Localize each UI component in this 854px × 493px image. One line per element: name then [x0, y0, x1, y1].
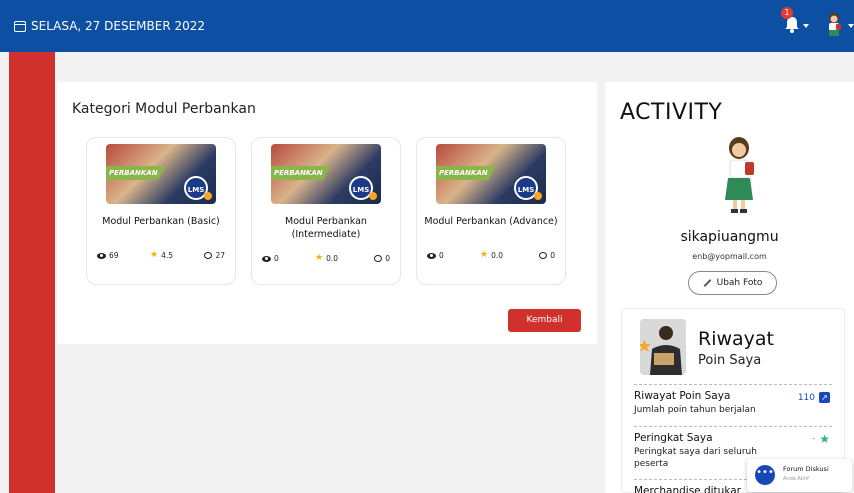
thumb-label: PERBANKAN: [436, 166, 496, 180]
forum-status: Anda Aktif: [783, 476, 809, 482]
riwayat-subtitle: Poin Saya: [698, 353, 762, 368]
badge-dot: [534, 192, 542, 200]
module-thumbnail: PERBANKAN LMS: [106, 144, 216, 204]
star-icon: ★: [149, 250, 159, 260]
activity-heading: ACTIVITY: [620, 100, 723, 125]
divider: [634, 426, 832, 427]
edit-photo-label: Ubah Foto: [716, 278, 763, 288]
module-stats: 0 ★ 0.0 0: [427, 251, 555, 260]
chevron-down-icon[interactable]: [803, 24, 809, 28]
rating-value: 4.5: [161, 251, 173, 260]
character-icon: [725, 137, 754, 213]
badge-dot: [204, 192, 212, 200]
comments-count: 27: [215, 251, 225, 260]
views-stat: 0: [427, 251, 444, 260]
comment-icon: [204, 252, 213, 259]
riwayat-title: Riwayat: [698, 328, 774, 350]
points-value: 110: [797, 392, 815, 403]
eye-icon: [97, 252, 106, 259]
module-name: Modul Perbankan (Intermediate): [285, 216, 367, 240]
username: sikapiuangmu: [680, 229, 779, 245]
chat-icon: •••: [755, 465, 775, 485]
edit-photo-button[interactable]: Ubah Foto: [688, 271, 777, 295]
sidebar-strip: [9, 52, 55, 493]
thumb-label: PERBANKAN: [271, 166, 331, 180]
views-count: 0: [274, 254, 279, 263]
views-count: 0: [439, 251, 444, 260]
views-stat: 0: [262, 254, 279, 263]
user-avatar-button[interactable]: [824, 12, 844, 38]
pencil-icon: [703, 279, 711, 287]
page-title: Kategori Modul Perbankan: [72, 101, 256, 117]
avatar-icon: [829, 13, 841, 36]
thumb-label: PERBANKAN: [106, 166, 166, 180]
module-name: Modul Perbankan (Advance): [424, 216, 558, 227]
forum-title: Forum Diskusi: [783, 465, 829, 473]
reader-icon: [640, 319, 686, 375]
module-card-advance[interactable]: PERBANKAN LMS Modul Perbankan (Advance) …: [416, 137, 566, 285]
rank-value: -: [811, 434, 816, 444]
top-header: SELASA, 27 DESEMBER 2022 1: [0, 0, 854, 52]
comment-icon: [374, 255, 383, 262]
module-card-intermediate[interactable]: PERBANKAN LMS Modul Perbankan (Intermedi…: [251, 137, 401, 285]
rating-stat: ★ 4.5: [149, 250, 173, 261]
divider: [634, 384, 832, 385]
module-thumbnail: PERBANKAN LMS: [271, 144, 381, 204]
comments-stat: 0: [374, 254, 390, 263]
notification-bell-button[interactable]: 1: [781, 7, 803, 36]
points-row-title[interactable]: Riwayat Poin Saya: [634, 390, 730, 402]
comment-icon: [539, 252, 548, 259]
date-text: SELASA, 27 DESEMBER 2022: [31, 19, 206, 33]
module-category-card: Kategori Modul Perbankan PERBANKAN LMS M…: [57, 82, 597, 344]
comments-count: 0: [550, 251, 555, 260]
rating-value: 0.0: [326, 254, 338, 263]
star-icon: ★: [479, 250, 489, 260]
notification-badge: 1: [781, 7, 793, 19]
module-card-basic[interactable]: PERBANKAN LMS Modul Perbankan (Basic) 69…: [86, 137, 236, 285]
module-stats: 0 ★ 0.0 0: [262, 254, 390, 263]
forum-discussion-widget[interactable]: ••• Forum Diskusi Anda Aktif: [747, 459, 852, 492]
star-icon: ★: [314, 253, 324, 263]
points-row-value[interactable]: 110 ↗: [798, 392, 830, 403]
comments-count: 0: [385, 254, 390, 263]
views-count: 69: [109, 251, 119, 260]
views-stat: 69: [97, 251, 119, 260]
eye-icon: [262, 255, 271, 262]
trend-icon: ↗: [819, 392, 830, 403]
chevron-down-icon[interactable]: [848, 24, 854, 28]
rating-stat: ★ 0.0: [314, 253, 338, 264]
badge-dot: [369, 192, 377, 200]
merch-row-title[interactable]: Merchandise ditukar: [634, 485, 741, 493]
rank-row-title[interactable]: Peringkat Saya: [634, 432, 713, 444]
points-row-desc: Jumlah poin tahun berjalan: [634, 405, 756, 415]
comments-stat: 0: [539, 251, 555, 260]
module-name: Modul Perbankan (Basic): [102, 216, 220, 227]
calendar-icon: [14, 20, 26, 32]
comments-stat: 27: [204, 251, 225, 260]
module-stats: 69 ★ 4.5 27: [97, 251, 225, 260]
back-button[interactable]: Kembali: [508, 309, 581, 332]
module-thumbnail: PERBANKAN LMS: [436, 144, 546, 204]
rating-value: 0.0: [491, 251, 503, 260]
user-email: enb@yopmail.com: [692, 252, 767, 261]
rating-stat: ★ 0.0: [479, 250, 503, 261]
star-icon: ★: [819, 432, 830, 446]
eye-icon: [427, 252, 436, 259]
riwayat-illustration: [640, 319, 686, 375]
activity-panel: ACTIVITY sikapiuangmu enb@yopmail.com Ub…: [605, 82, 854, 493]
profile-avatar: [721, 136, 757, 214]
date-display: SELASA, 27 DESEMBER 2022: [14, 19, 205, 33]
rank-row-value[interactable]: - ★: [812, 432, 830, 446]
